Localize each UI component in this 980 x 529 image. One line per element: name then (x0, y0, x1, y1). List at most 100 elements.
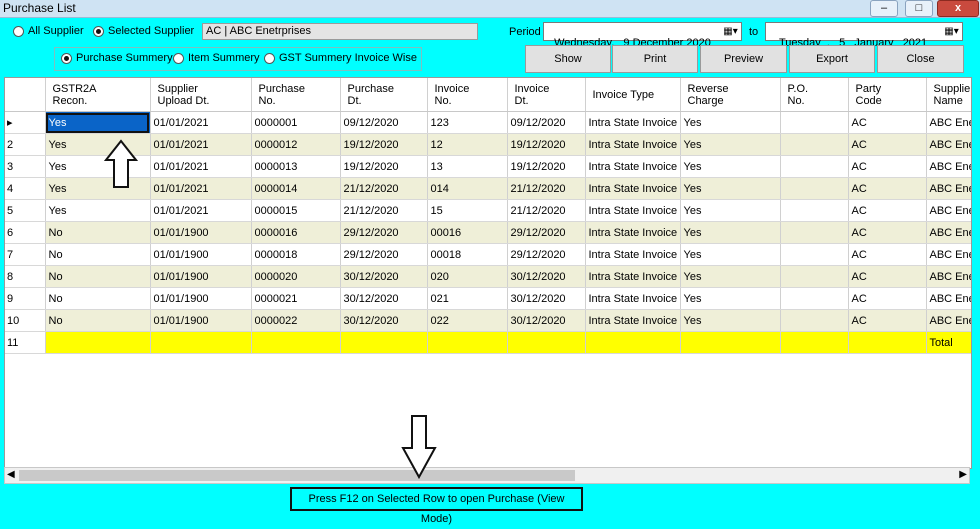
row-number[interactable]: 4 (5, 177, 46, 200)
table-cell[interactable]: 30/12/2020 (507, 265, 586, 288)
table-cell[interactable]: AC (848, 155, 927, 178)
table-cell[interactable]: Intra State Invoice (585, 243, 681, 266)
column-header[interactable]: Invoice Type (585, 78, 681, 112)
table-cell[interactable]: Intra State Invoice (585, 199, 681, 222)
table-cell[interactable]: Intra State Invoice (585, 265, 681, 288)
table-cell[interactable]: Yes (680, 177, 781, 200)
table-row[interactable]: 6 No 01/01/1900 0000016 29/12/2020 00016 29/12… (5, 221, 971, 244)
column-header[interactable]: Purchase Dt. (340, 78, 428, 112)
table-cell[interactable]: ABC Enetrprises (926, 111, 971, 134)
table-cell[interactable]: 29/12/2020 (340, 221, 428, 244)
column-header[interactable]: Supplier Name (926, 78, 971, 112)
column-header[interactable]: Invoice No. (427, 78, 508, 112)
table-cell[interactable]: Yes (45, 199, 151, 222)
table-cell[interactable]: No (45, 265, 151, 288)
table-cell[interactable]: ABC Enetrprises (926, 309, 971, 332)
row-number[interactable]: 7 (5, 243, 46, 266)
table-row[interactable]: 10 No 01/01/1900 0000022 30/12/2020 022 30/12/… (5, 309, 971, 332)
table-cell[interactable]: Yes (680, 199, 781, 222)
table-cell[interactable]: 09/12/2020 (507, 111, 586, 134)
table-cell[interactable] (848, 331, 927, 354)
table-cell[interactable]: ABC Enetrprises (926, 243, 971, 266)
column-header[interactable]: Reverse Charge (680, 78, 781, 112)
table-cell[interactable]: Total (926, 331, 971, 354)
minimize-button[interactable]: – (870, 0, 898, 17)
column-header[interactable]: Purchase No. (251, 78, 341, 112)
table-cell[interactable]: 09/12/2020 (340, 111, 428, 134)
item-summery-radio[interactable]: Item Summery (173, 52, 260, 64)
table-cell[interactable]: 00018 (427, 243, 508, 266)
scrollbar-thumb[interactable] (19, 470, 575, 481)
table-cell[interactable] (780, 265, 849, 288)
table-cell[interactable]: 19/12/2020 (340, 133, 428, 156)
table-cell[interactable]: AC (848, 309, 927, 332)
table-cell[interactable] (680, 331, 781, 354)
table-cell[interactable]: 020 (427, 265, 508, 288)
table-cell[interactable]: Intra State Invoice (585, 133, 681, 156)
export-button[interactable]: Export (789, 45, 875, 73)
row-number[interactable]: 6 (5, 221, 46, 244)
table-cell[interactable]: 01/01/2021 (150, 133, 252, 156)
gst-summery-radio[interactable]: GST Summery Invoice Wise (264, 52, 417, 64)
table-cell[interactable]: 30/12/2020 (507, 309, 586, 332)
table-cell[interactable]: Intra State Invoice (585, 177, 681, 200)
table-cell[interactable]: 0000012 (251, 133, 341, 156)
table-cell[interactable]: 01/01/1900 (150, 309, 252, 332)
table-cell[interactable]: Yes (680, 243, 781, 266)
table-cell[interactable] (585, 331, 681, 354)
table-cell[interactable] (780, 309, 849, 332)
column-header[interactable]: Party Code (848, 78, 927, 112)
table-cell[interactable]: 021 (427, 287, 508, 310)
table-row[interactable]: ▸ Yes 01/01/2021 0000001 09/12/2020 123 09/12/… (5, 111, 971, 134)
table-cell[interactable]: Intra State Invoice (585, 111, 681, 134)
purchase-grid[interactable]: GSTR2A Recon. Supplier Upload Dt. Purchase No… (4, 77, 972, 469)
table-cell[interactable] (427, 331, 508, 354)
table-cell[interactable]: AC (848, 111, 927, 134)
preview-button[interactable]: Preview (700, 45, 787, 73)
table-cell[interactable] (780, 243, 849, 266)
table-cell[interactable]: AC (848, 177, 927, 200)
table-cell[interactable]: AC (848, 243, 927, 266)
from-date-picker[interactable]: Wednesday, 9 December 2020 ▦▾ (543, 22, 742, 49)
all-supplier-radio[interactable]: All Supplier (13, 25, 84, 37)
column-header[interactable]: P.O. No. (780, 78, 849, 112)
selected-supplier-radio[interactable]: Selected Supplier (93, 25, 194, 37)
table-cell[interactable]: ABC Enetrprises (926, 221, 971, 244)
print-button[interactable]: Print (612, 45, 698, 73)
table-cell[interactable]: 29/12/2020 (507, 243, 586, 266)
scroll-right-icon[interactable]: ▶ (959, 469, 967, 480)
table-row[interactable]: 4 Yes 01/01/2021 0000014 21/12/2020 014 21/12/… (5, 177, 971, 200)
table-row[interactable]: 7 No 01/01/1900 0000018 29/12/2020 00018 29/12… (5, 243, 971, 266)
column-header[interactable]: Supplier Upload Dt. (150, 78, 252, 112)
row-number[interactable]: 10 (5, 309, 46, 332)
table-cell[interactable]: ABC Enetrprises (926, 265, 971, 288)
table-cell[interactable]: Intra State Invoice (585, 287, 681, 310)
table-cell[interactable] (45, 331, 151, 354)
purchase-summery-radio[interactable]: Purchase Summery (61, 52, 173, 64)
table-cell[interactable] (780, 155, 849, 178)
table-cell[interactable]: 0000018 (251, 243, 341, 266)
table-cell[interactable]: 15 (427, 199, 508, 222)
table-cell[interactable]: 0000020 (251, 265, 341, 288)
selected-cell[interactable]: Yes (45, 111, 151, 134)
table-cell[interactable]: 12 (427, 133, 508, 156)
table-cell[interactable] (251, 331, 341, 354)
to-date-picker[interactable]: Tuesday , 5 January 2021 ▦▾ (765, 22, 963, 49)
table-cell[interactable]: 01/01/2021 (150, 155, 252, 178)
table-cell[interactable]: ABC Enetrprises (926, 155, 971, 178)
scroll-left-icon[interactable]: ◀ (7, 469, 15, 480)
horizontal-scrollbar[interactable]: ◀ ▶ (4, 467, 970, 484)
table-cell[interactable] (780, 221, 849, 244)
table-cell[interactable]: No (45, 287, 151, 310)
row-number[interactable]: 2 (5, 133, 46, 156)
table-cell[interactable] (780, 177, 849, 200)
row-number[interactable]: ▸ (5, 111, 46, 134)
table-cell[interactable] (780, 287, 849, 310)
table-cell[interactable] (340, 331, 428, 354)
table-cell[interactable]: ABC Enetrprises (926, 133, 971, 156)
table-cell[interactable]: 21/12/2020 (340, 177, 428, 200)
row-number[interactable]: 5 (5, 199, 46, 222)
table-row[interactable]: 9 No 01/01/1900 0000021 30/12/2020 021 30/12/2… (5, 287, 971, 310)
table-cell[interactable]: 01/01/1900 (150, 287, 252, 310)
table-cell[interactable]: 01/01/1900 (150, 265, 252, 288)
